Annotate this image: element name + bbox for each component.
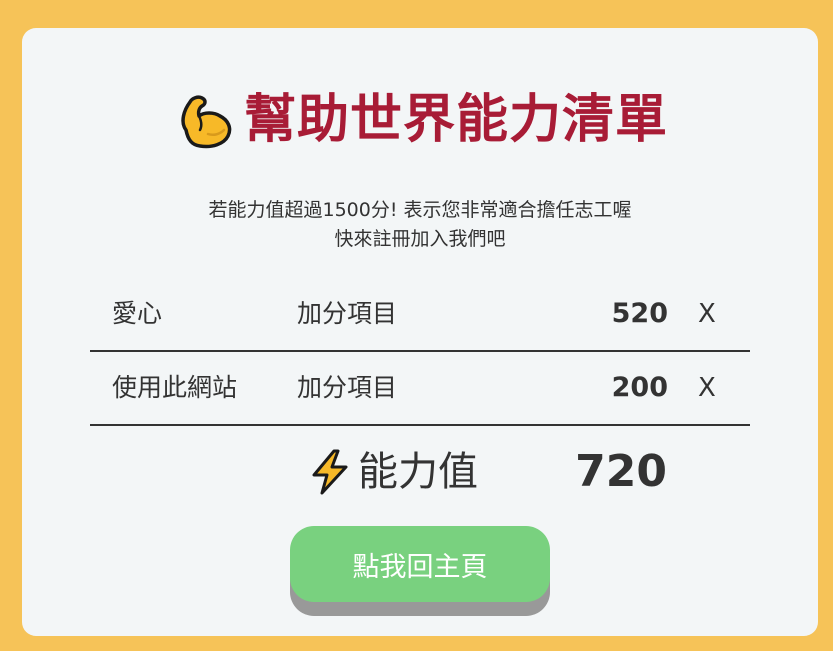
item-type: 加分項目 (297, 299, 398, 328)
item-points: 200 (611, 372, 668, 403)
remove-item-button[interactable]: X (698, 298, 716, 330)
list-item: 愛心 加分項目 520 X (90, 276, 750, 352)
total-label: 能力值 (358, 449, 478, 495)
remove-item-button[interactable]: X (698, 372, 716, 404)
home-button[interactable]: 點我回主頁 (290, 526, 550, 602)
item-name: 愛心 (112, 299, 163, 328)
list-item: 使用此網站 加分項目 200 X (90, 350, 750, 426)
home-button-wrapper: 點我回主頁 (290, 526, 550, 616)
subtitle-line-2: 快來註冊加入我們吧 (334, 228, 506, 250)
item-points: 520 (611, 298, 668, 329)
subtitle-line-1: 若能力值超過1500分! 表示您非常適合擔任志工喔 (208, 199, 632, 221)
page-title: 幫助世界能力清單 (243, 90, 668, 150)
total-value: 720 (575, 446, 667, 497)
subtitle: 若能力值超過1500分! 表示您非常適合擔任志工喔 快來註冊加入我們吧 (22, 196, 818, 254)
lightning-bolt-icon (312, 449, 348, 495)
card: 幫助世界能力清單 若能力值超過1500分! 表示您非常適合擔任志工喔 快來註冊加… (22, 28, 818, 636)
item-type: 加分項目 (297, 373, 398, 402)
flexed-biceps-icon (181, 95, 232, 149)
total-row: 能力值 (306, 442, 478, 502)
title-row: 幫助世界能力清單 (22, 86, 818, 154)
item-name: 使用此網站 (112, 373, 238, 402)
